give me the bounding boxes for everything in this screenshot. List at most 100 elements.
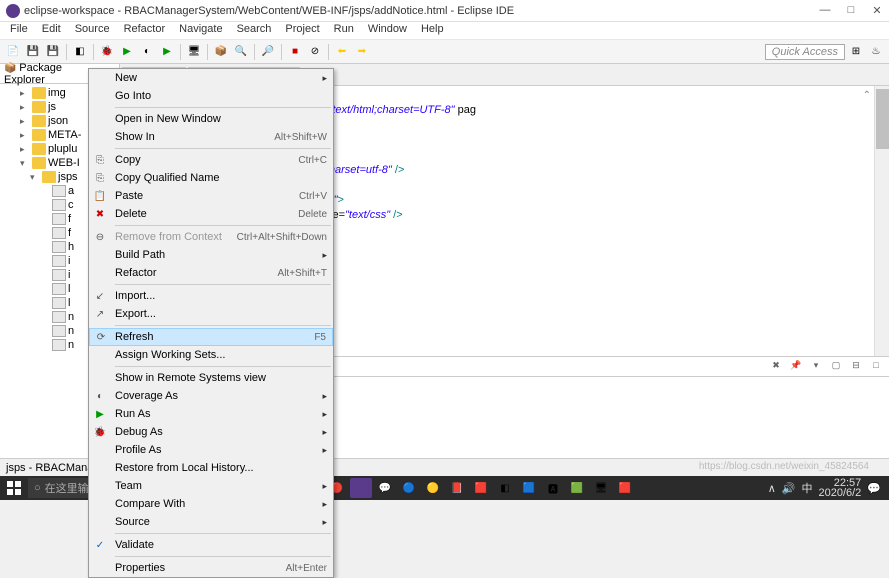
run-icon[interactable]: ▶ bbox=[118, 43, 136, 61]
save-icon[interactable]: 💾 bbox=[24, 43, 42, 61]
run-last-icon[interactable]: ▶ bbox=[158, 43, 176, 61]
menu-item-show-in-remote-systems-view[interactable]: Show in Remote Systems view bbox=[89, 369, 333, 387]
separator bbox=[328, 44, 329, 60]
console-open-icon[interactable]: ▢ bbox=[829, 360, 843, 374]
debug-icon[interactable]: 🐞 bbox=[98, 43, 116, 61]
stop-icon[interactable]: ■ bbox=[286, 43, 304, 61]
app-icon[interactable]: 🔵 bbox=[398, 478, 420, 498]
app-icon[interactable]: 🅰 bbox=[542, 478, 564, 498]
volume-icon[interactable]: 🔊 bbox=[782, 482, 796, 495]
menu-item-validate[interactable]: ✓Validate bbox=[89, 536, 333, 554]
coverage-icon[interactable]: ◐ bbox=[138, 43, 156, 61]
menu-separator bbox=[115, 533, 331, 534]
menu-separator bbox=[115, 325, 331, 326]
menu-item-export-[interactable]: ↗Export... bbox=[89, 305, 333, 323]
menu-separator bbox=[115, 284, 331, 285]
menu-item-coverage-as[interactable]: ◐Coverage As▸ bbox=[89, 387, 333, 405]
menu-edit[interactable]: Edit bbox=[36, 22, 67, 39]
search-icon: ○ bbox=[34, 482, 41, 494]
eclipse-taskbar-icon[interactable] bbox=[350, 478, 372, 498]
search-icon[interactable]: 🔎 bbox=[259, 43, 277, 61]
menu-separator bbox=[115, 107, 331, 108]
perspective-open-icon[interactable]: ⊞ bbox=[847, 43, 865, 61]
menu-item-paste[interactable]: 📋PasteCtrl+V bbox=[89, 187, 333, 205]
menu-item-import-[interactable]: ↙Import... bbox=[89, 287, 333, 305]
menu-source[interactable]: Source bbox=[69, 22, 116, 39]
terminate-icon[interactable]: ⊘ bbox=[306, 43, 324, 61]
clock-date[interactable]: 2020/6/2 bbox=[818, 488, 861, 498]
package-explorer-label[interactable]: 📦 Package Explorer bbox=[4, 62, 100, 86]
menu-navigate[interactable]: Navigate bbox=[173, 22, 228, 39]
menu-item-delete[interactable]: ✖DeleteDelete bbox=[89, 205, 333, 223]
menu-item-team[interactable]: Team▸ bbox=[89, 477, 333, 495]
menu-item-refactor[interactable]: RefactorAlt+Shift+T bbox=[89, 264, 333, 282]
console-pin-icon[interactable]: 📌 bbox=[789, 360, 803, 374]
back-icon[interactable]: ⬅ bbox=[333, 43, 351, 61]
menu-file[interactable]: File bbox=[4, 22, 34, 39]
console-display-icon[interactable]: ▾ bbox=[809, 360, 823, 374]
new-icon[interactable]: 📄 bbox=[4, 43, 22, 61]
menu-item-restore-from-local-history-[interactable]: Restore from Local History... bbox=[89, 459, 333, 477]
console-clear-icon[interactable]: ✖ bbox=[769, 360, 783, 374]
app-icon[interactable]: 🟥 bbox=[470, 478, 492, 498]
app-icon[interactable]: 📕 bbox=[446, 478, 468, 498]
save-all-icon[interactable]: 💾 bbox=[44, 43, 62, 61]
menu-item-new[interactable]: New▸ bbox=[89, 69, 333, 87]
menu-item-properties[interactable]: PropertiesAlt+Enter bbox=[89, 559, 333, 577]
close-button[interactable]: ✕ bbox=[871, 4, 883, 17]
start-button[interactable] bbox=[2, 478, 26, 498]
perspective-java-icon[interactable]: ♨ bbox=[867, 43, 885, 61]
toggle-icon[interactable]: ◧ bbox=[71, 43, 89, 61]
menu-item-run-as[interactable]: ▶Run As▸ bbox=[89, 405, 333, 423]
app-icon[interactable]: 🟦 bbox=[518, 478, 540, 498]
menu-run[interactable]: Run bbox=[328, 22, 360, 39]
separator bbox=[93, 44, 94, 60]
app-icon[interactable]: 🟩 bbox=[566, 478, 588, 498]
menu-item-source[interactable]: Source▸ bbox=[89, 513, 333, 531]
menu-item-debug-as[interactable]: 🐞Debug As▸ bbox=[89, 423, 333, 441]
menu-item-profile-as[interactable]: Profile As▸ bbox=[89, 441, 333, 459]
open-type-icon[interactable]: 🔍 bbox=[232, 43, 250, 61]
menu-bar: FileEditSourceRefactorNavigateSearchProj… bbox=[0, 22, 889, 40]
toolbar: 📄 💾 💾 ◧ 🐞 ▶ ◐ ▶ 🖥 📦 🔍 🔎 ■ ⊘ ⬅ ➡ Quick Ac… bbox=[0, 40, 889, 64]
menu-separator bbox=[115, 225, 331, 226]
context-menu: New▸Go Into Open in New WindowShow InAlt+… bbox=[88, 68, 334, 578]
console-min-icon[interactable]: ⊟ bbox=[849, 360, 863, 374]
editor-scrollbar[interactable] bbox=[874, 86, 889, 356]
notification-icon[interactable]: 💬 bbox=[867, 482, 881, 495]
quick-access[interactable]: Quick Access bbox=[765, 44, 845, 60]
menu-item-copy[interactable]: ⎘CopyCtrl+C bbox=[89, 151, 333, 169]
menu-item-show-in[interactable]: Show InAlt+Shift+W bbox=[89, 128, 333, 146]
menu-item-go-into[interactable]: Go Into bbox=[89, 87, 333, 105]
menu-refactor[interactable]: Refactor bbox=[118, 22, 172, 39]
menu-item-copy-qualified-name[interactable]: ⎘Copy Qualified Name bbox=[89, 169, 333, 187]
window-title: eclipse-workspace - RBACManagerSystem/We… bbox=[24, 5, 819, 17]
ime-icon[interactable]: 中 bbox=[801, 480, 812, 496]
app-icon[interactable]: 🖥 bbox=[590, 478, 612, 498]
forward-icon[interactable]: ➡ bbox=[353, 43, 371, 61]
minimize-button[interactable]: — bbox=[819, 4, 831, 17]
watermark: https://blog.csdn.net/weixin_45824564 bbox=[699, 461, 869, 472]
menu-project[interactable]: Project bbox=[279, 22, 325, 39]
menu-item-assign-working-sets-[interactable]: Assign Working Sets... bbox=[89, 346, 333, 364]
menu-item-compare-with[interactable]: Compare With▸ bbox=[89, 495, 333, 513]
menu-search[interactable]: Search bbox=[231, 22, 278, 39]
app-icon[interactable]: 🟡 bbox=[422, 478, 444, 498]
separator bbox=[281, 44, 282, 60]
maximize-button[interactable]: □ bbox=[845, 4, 857, 17]
menu-item-refresh[interactable]: ⟳RefreshF5 bbox=[89, 328, 333, 346]
menu-help[interactable]: Help bbox=[415, 22, 450, 39]
menu-separator bbox=[115, 148, 331, 149]
console-max-icon[interactable]: □ bbox=[869, 360, 883, 374]
new-server-icon[interactable]: 🖥 bbox=[185, 43, 203, 61]
tray-expand-icon[interactable]: ∧ bbox=[768, 482, 776, 495]
menu-window[interactable]: Window bbox=[362, 22, 413, 39]
wechat-icon[interactable]: 💬 bbox=[374, 478, 396, 498]
app-icon[interactable]: ◧ bbox=[494, 478, 516, 498]
app-icon[interactable]: 🟥 bbox=[614, 478, 636, 498]
caret-indicator: ⌃ bbox=[863, 88, 871, 103]
new-package-icon[interactable]: 📦 bbox=[212, 43, 230, 61]
separator bbox=[254, 44, 255, 60]
menu-item-build-path[interactable]: Build Path▸ bbox=[89, 246, 333, 264]
menu-item-open-in-new-window[interactable]: Open in New Window bbox=[89, 110, 333, 128]
